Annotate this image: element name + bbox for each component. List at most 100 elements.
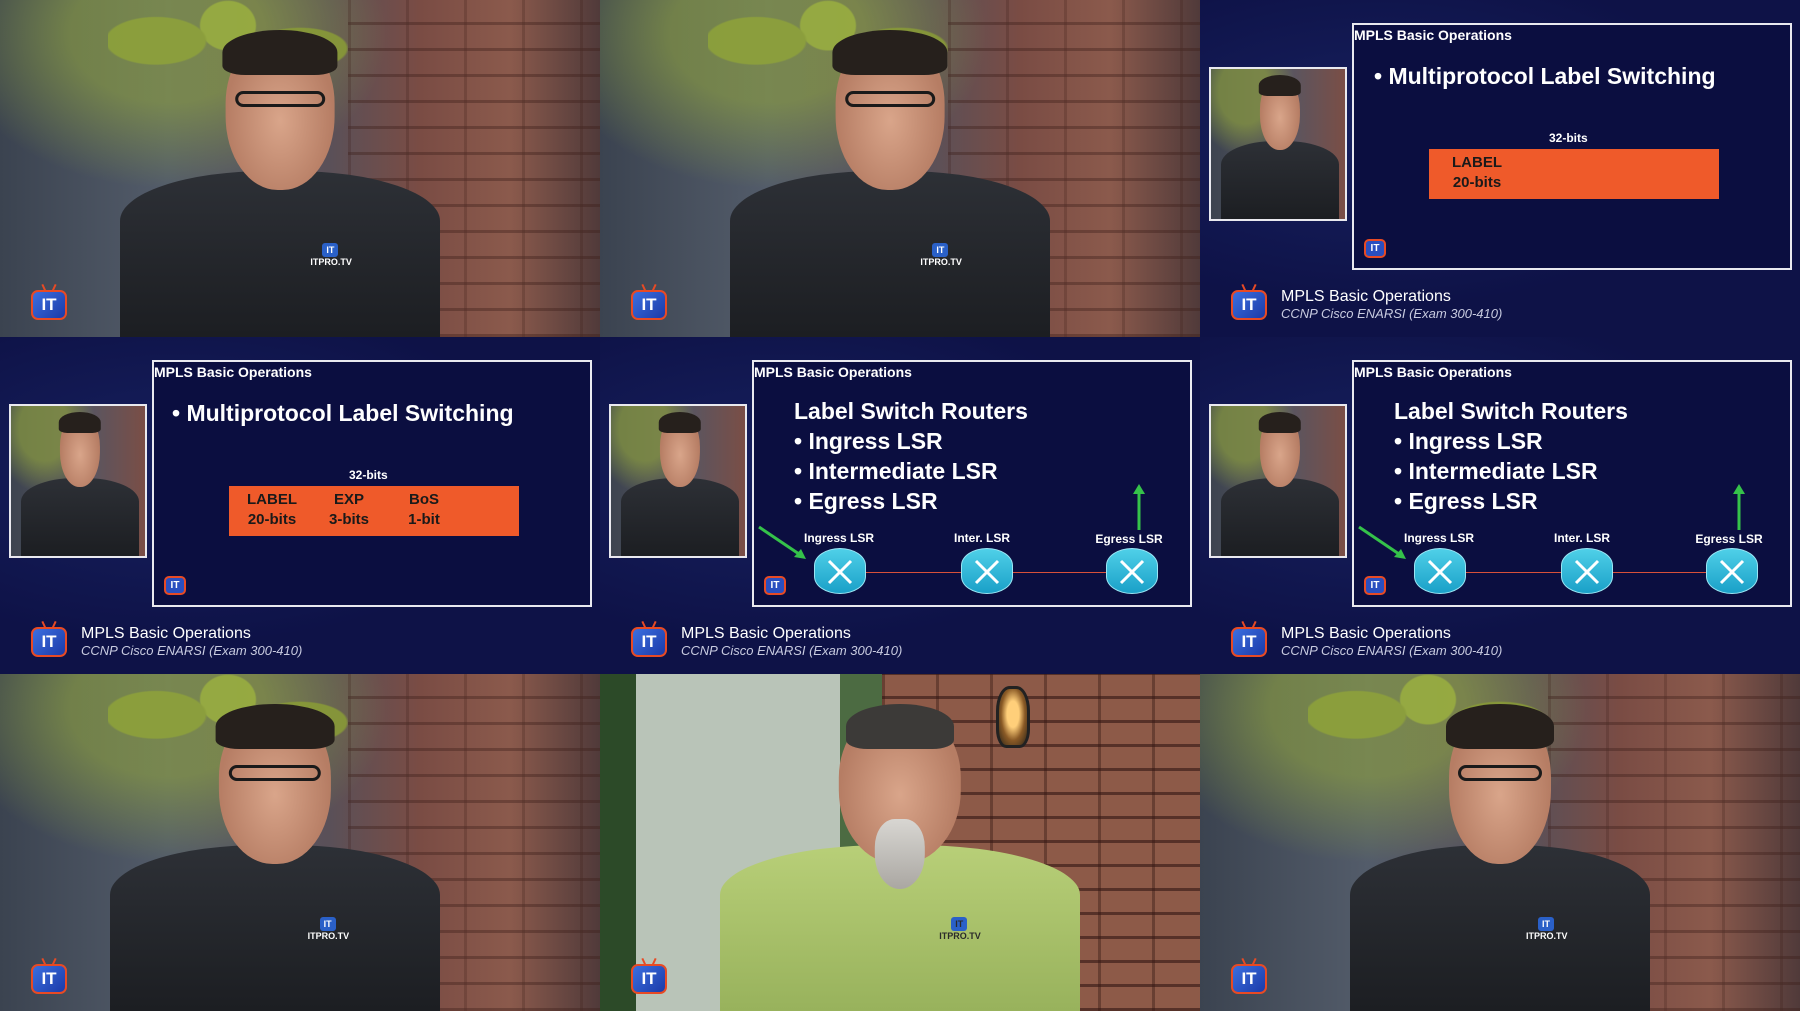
host-shirt: [621, 478, 739, 556]
field-label-size: 20-bits: [247, 511, 297, 528]
host-shirt: [1221, 141, 1339, 219]
it-logo-icon: IT: [31, 627, 67, 657]
green-up-arrow-icon: [1133, 484, 1145, 530]
host-person: [1221, 69, 1339, 219]
slide-panel: MPLS Basic Operations Label Switch Route…: [752, 360, 1192, 607]
host-person: [1221, 406, 1339, 556]
it-logo-icon: IT: [164, 576, 186, 595]
footer-title: MPLS Basic Operations: [1281, 288, 1451, 305]
it-logo-icon: IT: [764, 576, 786, 595]
shirt-logo: IT ITPRO.TV: [1526, 917, 1568, 941]
router-icon: [961, 548, 1013, 594]
shirt-logo: IT ITPRO.TV: [939, 917, 981, 941]
footer-subtitle: CCNP Cisco ENARSI (Exam 300-410): [681, 643, 903, 658]
host-hair: [1446, 703, 1554, 749]
slide-title: MPLS Basic Operations: [1354, 27, 1512, 43]
host-shirt: [120, 170, 440, 337]
shirt-logo: IT ITPRO.TV: [310, 243, 352, 267]
label-field-box: LABEL 20-bits: [1429, 149, 1719, 199]
footer-title: MPLS Basic Operations: [81, 625, 251, 642]
it-logo-icon: IT: [631, 290, 667, 320]
slide-panel: MPLS Basic Operations • Multiprotocol La…: [152, 360, 592, 607]
it-logo-icon: IT: [1364, 576, 1386, 595]
router-label-egress: Egress LSR: [1095, 532, 1163, 546]
lsr-item: • Egress LSR: [1394, 488, 1538, 514]
field-label-size: 20-bits: [1452, 174, 1502, 191]
it-logo-icon: IT: [1231, 627, 1267, 657]
frame-host-closeup-3: IT ITPRO.TV IT: [0, 674, 600, 1011]
frame-slide-lsr-2: MPLS Basic Operations Label Switch Route…: [1200, 337, 1800, 674]
host-hair: [222, 29, 338, 75]
footer-title: MPLS Basic Operations: [681, 625, 851, 642]
host-hair: [658, 412, 702, 433]
host-shirt: [21, 478, 139, 556]
lsr-heading: Label Switch Routers: [794, 398, 1028, 424]
lsr-list: Label Switch Routers • Ingress LSR • Int…: [794, 396, 1028, 516]
it-logo-icon: IT: [1231, 964, 1267, 994]
lsr-item: • Ingress LSR: [794, 428, 943, 454]
host-shirt: [1350, 844, 1650, 1011]
cohost-person: IT ITPRO.TV: [720, 691, 1080, 1011]
slide-title: MPLS Basic Operations: [1354, 364, 1512, 380]
lsr-item: • Intermediate LSR: [1394, 458, 1598, 484]
host-pip-video: [1209, 67, 1347, 221]
video-frame-grid: IT ITPRO.TV IT IT ITPRO.TV IT MPLS Basic O…: [0, 0, 1800, 1011]
shirt-logo: IT ITPRO.TV: [307, 917, 350, 941]
frame-slide-label: MPLS Basic Operations • Multiprotocol La…: [1200, 0, 1800, 337]
frame-slide-lsr-1: MPLS Basic Operations Label Switch Route…: [600, 337, 1200, 674]
field-label-name: LABEL: [247, 491, 297, 508]
lsr-item: • Intermediate LSR: [794, 458, 998, 484]
shirt-logo: IT ITPRO.TV: [920, 243, 962, 267]
host-shirt: [1221, 478, 1339, 556]
host-person: IT ITPRO.TV: [1350, 691, 1650, 1011]
router-label-inter: Inter. LSR: [1553, 531, 1610, 545]
field-exp-size: 3-bits: [328, 511, 369, 528]
slide-title: MPLS Basic Operations: [754, 364, 912, 380]
router-icon: [1106, 548, 1158, 594]
host-person: IT ITPRO.TV: [120, 17, 440, 337]
router-icon: [814, 548, 866, 594]
frame-host-closeup-1: IT ITPRO.TV IT: [0, 0, 600, 337]
cohost-hair: [846, 703, 954, 749]
field-exp-name: EXP: [333, 491, 364, 508]
bits-label: 32-bits: [1549, 131, 1588, 145]
footer-subtitle: CCNP Cisco ENARSI (Exam 300-410): [81, 643, 303, 658]
router-label-ingress: Ingress LSR: [1403, 531, 1475, 545]
lsr-list: Label Switch Routers • Ingress LSR • Int…: [1394, 396, 1628, 516]
field-bos-name: BoS: [409, 491, 439, 508]
footer-subtitle: CCNP Cisco ENARSI (Exam 300-410): [1281, 306, 1503, 321]
host-glasses: [1458, 764, 1542, 781]
host-person: [621, 406, 739, 556]
host-shirt: [730, 170, 1050, 337]
router-label-inter: Inter. LSR: [953, 531, 1010, 545]
host-pip-video: [1209, 404, 1347, 558]
lsr-item: • Ingress LSR: [1394, 428, 1543, 454]
slide-panel: MPLS Basic Operations • Multiprotocol La…: [1352, 23, 1792, 270]
it-logo-icon: IT: [31, 290, 67, 320]
host-glasses: [235, 90, 325, 107]
lsr-item: • Egress LSR: [794, 488, 938, 514]
router-label-egress: Egress LSR: [1695, 532, 1763, 546]
host-hair: [1258, 412, 1302, 433]
frame-slide-fields: MPLS Basic Operations • Multiprotocol La…: [0, 337, 600, 674]
it-logo-icon: IT: [1231, 290, 1267, 320]
slide-bullet-mpls: • Multiprotocol Label Switching: [1374, 63, 1716, 89]
router-label-ingress: Ingress LSR: [803, 531, 875, 545]
mpls-header-fields-box: LABEL 20-bits EXP 3-bits BoS 1-bit: [229, 486, 519, 536]
router-icon: [1561, 548, 1613, 594]
lsr-heading: Label Switch Routers: [1394, 398, 1628, 424]
green-up-arrow-icon: [1733, 484, 1745, 530]
host-hair: [58, 412, 102, 433]
host-hair: [1258, 75, 1302, 96]
host-hair: [832, 29, 948, 75]
it-logo-icon: IT: [631, 964, 667, 994]
slide-title: MPLS Basic Operations: [154, 364, 312, 380]
host-hair: [215, 703, 335, 749]
frame-host-closeup-4: IT ITPRO.TV IT: [1200, 674, 1800, 1011]
field-bos-size: 1-bit: [408, 511, 440, 528]
host-pip-video: [609, 404, 747, 558]
bits-label: 32-bits: [349, 468, 388, 482]
host-glasses: [228, 764, 322, 781]
frame-host-closeup-2: IT ITPRO.TV IT: [600, 0, 1200, 337]
frame-cohost: IT ITPRO.TV IT: [600, 674, 1200, 1011]
